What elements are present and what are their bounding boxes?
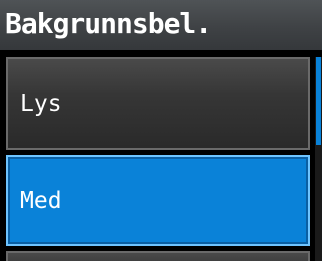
- menu-item-med[interactable]: Med: [6, 155, 310, 246]
- menu-item-label: Med: [20, 187, 62, 214]
- screen-title: Bakgrunnsbel.: [5, 7, 212, 40]
- lcd-screen: Bakgrunnsbel. Lys Med: [0, 0, 322, 261]
- menu-item-lys[interactable]: Lys: [6, 57, 310, 150]
- menu-item-label: Lys: [20, 90, 62, 117]
- scrollbar-thumb[interactable]: [316, 57, 321, 145]
- title-bar: Bakgrunnsbel.: [0, 0, 322, 50]
- menu-item-next[interactable]: [6, 251, 310, 261]
